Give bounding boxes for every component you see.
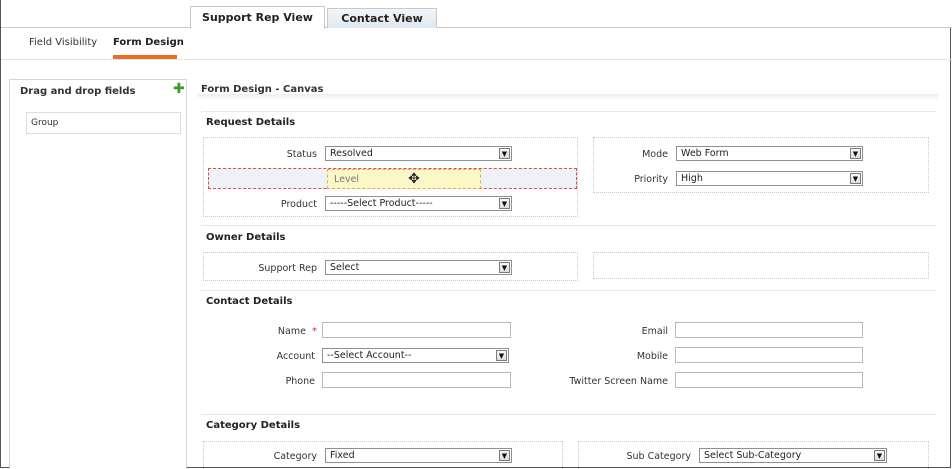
- divider: [201, 290, 936, 291]
- name-field[interactable]: [322, 322, 511, 338]
- email-field[interactable]: [675, 322, 863, 338]
- category-label: Category: [273, 451, 317, 462]
- tab-field-visibility[interactable]: Field Visibility: [29, 37, 97, 48]
- status-label: Status: [286, 149, 317, 160]
- view-tabs: Support Rep View Contact View: [1, 0, 952, 29]
- chevron-down-icon: ▼: [499, 262, 510, 273]
- owner-right-group: [593, 252, 929, 279]
- name-label-text: Name: [277, 326, 306, 337]
- status-select[interactable]: Resolved ▼: [325, 146, 512, 161]
- fields-panel: Drag and drop fields ✚ Group: [9, 79, 187, 469]
- account-select[interactable]: --Select Account-- ▼: [322, 348, 509, 363]
- support-rep-label: Support Rep: [258, 263, 317, 274]
- twitter-label: Twitter Screen Name: [569, 376, 668, 387]
- name-label: Name *: [231, 326, 317, 337]
- category-value: Fixed: [330, 450, 355, 461]
- support-rep-value: Select: [330, 262, 360, 273]
- account-label: Account: [276, 351, 315, 362]
- status-value: Resolved: [330, 148, 373, 159]
- sub-category-select[interactable]: Select Sub-Category ▼: [699, 448, 887, 463]
- product-value: -----Select Product-----: [330, 198, 433, 209]
- category-select[interactable]: Fixed ▼: [325, 448, 512, 463]
- chevron-down-icon: ▼: [850, 173, 861, 184]
- priority-value: High: [681, 173, 703, 184]
- phone-field[interactable]: [322, 372, 511, 388]
- tab-form-design[interactable]: Form Design: [113, 37, 184, 48]
- product-label: Product: [280, 199, 317, 210]
- product-select[interactable]: -----Select Product----- ▼: [325, 196, 512, 211]
- mobile-label: Mobile: [636, 351, 668, 362]
- mode-value: Web Form: [681, 148, 729, 159]
- support-rep-select[interactable]: Select ▼: [325, 260, 512, 275]
- required-marker: *: [312, 326, 317, 337]
- chevron-down-icon: ▼: [874, 450, 885, 461]
- section-title-owner: Owner Details: [206, 232, 286, 243]
- move-icon[interactable]: ✥: [406, 171, 422, 187]
- sub-category-label: Sub Category: [626, 451, 692, 462]
- priority-select[interactable]: High ▼: [676, 171, 863, 186]
- fields-panel-title: Drag and drop fields: [20, 86, 136, 97]
- mode-select[interactable]: Web Form ▼: [676, 146, 863, 161]
- sub-category-value: Select Sub-Category: [704, 450, 802, 461]
- active-tab-indicator: [113, 55, 177, 59]
- divider: [201, 111, 936, 112]
- chevron-down-icon: ▼: [499, 450, 510, 461]
- phone-label: Phone: [285, 376, 315, 387]
- sub-tabs: Field Visibility Form Design: [1, 29, 952, 60]
- dragged-field-level[interactable]: Level: [327, 169, 481, 189]
- app-frame: Support Rep View Contact View Field Visi…: [0, 0, 952, 469]
- chevron-down-icon: ▼: [499, 198, 510, 209]
- section-title-category: Category Details: [206, 420, 301, 431]
- tab-support-rep-view[interactable]: Support Rep View: [190, 6, 325, 29]
- divider: [201, 414, 936, 415]
- chevron-down-icon: ▼: [850, 148, 861, 159]
- mode-label: Mode: [642, 149, 668, 160]
- email-label: Email: [641, 326, 668, 337]
- canvas-header-bar: [197, 94, 938, 100]
- plus-icon[interactable]: ✚: [173, 82, 185, 96]
- field-item-group[interactable]: Group: [26, 112, 181, 134]
- section-title-contact: Contact Details: [206, 296, 293, 307]
- mobile-field[interactable]: [675, 347, 863, 363]
- chevron-down-icon: ▼: [499, 148, 510, 159]
- chevron-down-icon: ▼: [496, 350, 507, 361]
- priority-label: Priority: [634, 174, 668, 185]
- section-title-request: Request Details: [206, 117, 296, 128]
- twitter-field[interactable]: [675, 372, 863, 388]
- tab-contact-view[interactable]: Contact View: [327, 8, 437, 28]
- account-value: --Select Account--: [327, 350, 412, 361]
- divider: [201, 225, 936, 226]
